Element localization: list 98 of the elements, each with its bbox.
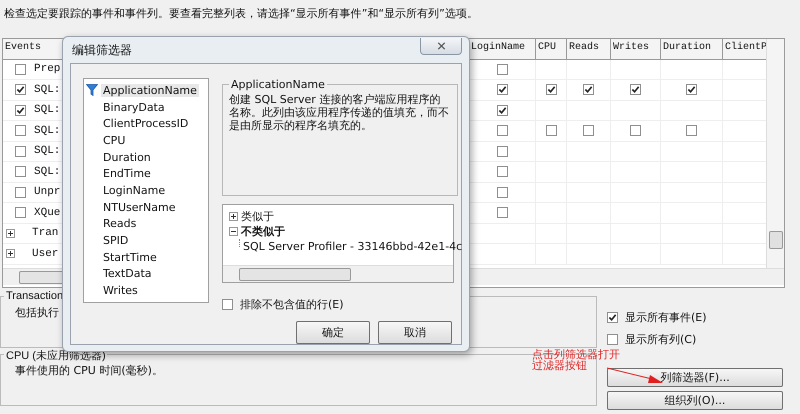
- event-name: SQL:: [34, 104, 60, 116]
- horizontal-scrollbar[interactable]: [223, 265, 453, 282]
- checkbox[interactable]: [607, 312, 618, 322]
- option-label[interactable]: 排除不包含值的行(E): [240, 296, 344, 312]
- column-item[interactable]: StartTime: [84, 248, 208, 266]
- expand-icon[interactable]: [6, 249, 15, 258]
- event-name: Prep: [34, 63, 60, 76]
- tree-node[interactable]: 类似于: [241, 208, 274, 224]
- checkbox[interactable]: [630, 125, 641, 136]
- event-name: SQL:: [34, 124, 60, 137]
- column-item[interactable]: LoginName: [84, 182, 208, 199]
- column-item[interactable]: Reads: [84, 216, 208, 232]
- column-name[interactable]: EndTime: [101, 167, 153, 180]
- dialog-title: 编辑筛选器: [71, 42, 132, 58]
- event-name: SQL:: [34, 166, 60, 178]
- column-item[interactable]: SPID: [84, 232, 208, 249]
- dialog-button[interactable]: 确定: [296, 321, 370, 344]
- column-item[interactable]: NTUserName: [84, 198, 208, 216]
- column-name[interactable]: CPU: [101, 134, 128, 147]
- column-name[interactable]: ClientProcessID: [101, 117, 190, 130]
- checkbox[interactable]: [15, 64, 26, 75]
- checkbox[interactable]: [496, 166, 508, 178]
- tree-connector: [239, 238, 240, 246]
- checkbox[interactable]: [686, 125, 697, 136]
- panel-text: 包括执行: [15, 305, 59, 320]
- column-header[interactable]: Writes: [611, 39, 661, 60]
- annotation-text: 点击列筛选器打开: [532, 349, 620, 360]
- checkbox[interactable]: [15, 104, 26, 116]
- expand-icon[interactable]: [229, 212, 238, 220]
- checkbox[interactable]: [496, 64, 508, 75]
- checkbox[interactable]: [686, 84, 697, 96]
- description-text: 创建 SQL Server 连接的客户端应用程序的名称。此列由该应用程序传递的值填充，而不是由所显示的程序名填充的。: [229, 93, 450, 132]
- event-name: SQL:: [34, 84, 60, 96]
- column-item[interactable]: CPU: [84, 132, 208, 149]
- checkbox[interactable]: [496, 125, 508, 136]
- event-category: User: [32, 248, 58, 260]
- action-button[interactable]: 列筛选器(F)...: [607, 368, 783, 387]
- column-name[interactable]: Writes: [101, 284, 140, 298]
- column-name[interactable]: ApplicationName: [101, 84, 199, 97]
- checkbox[interactable]: [15, 207, 26, 218]
- checkbox[interactable]: [583, 125, 594, 136]
- checkbox[interactable]: [496, 146, 508, 157]
- column-name[interactable]: BinaryData: [101, 100, 167, 114]
- column-header[interactable]: Duration: [661, 39, 723, 60]
- tree-node[interactable]: SQL Server Profiler - 33146bbd-42e1-4c: [243, 240, 462, 252]
- column-name[interactable]: TextData: [101, 267, 154, 280]
- column-name[interactable]: StartTime: [101, 250, 159, 264]
- action-button[interactable]: 组织列(O)...: [607, 391, 783, 410]
- column-name[interactable]: LoginName: [101, 184, 168, 197]
- collapse-icon[interactable]: [229, 226, 238, 236]
- checkbox[interactable]: [15, 125, 26, 136]
- panel-text: 事件使用的 CPU 时间(毫秒)。: [15, 363, 163, 378]
- column-item[interactable]: Duration: [84, 148, 208, 166]
- close-icon: [436, 42, 446, 50]
- event-name: Unpr: [34, 186, 60, 198]
- dialog-button[interactable]: 取消: [378, 321, 452, 344]
- checkbox[interactable]: [546, 84, 556, 96]
- checkbox[interactable]: [496, 207, 508, 218]
- checkbox[interactable]: [607, 334, 618, 344]
- column-header[interactable]: LoginName: [469, 39, 536, 60]
- panel-legend: ApplicationName: [229, 78, 327, 91]
- column-item[interactable]: ApplicationName: [84, 82, 208, 99]
- checkbox[interactable]: [630, 84, 641, 96]
- checkbox[interactable]: [15, 146, 26, 157]
- column-item[interactable]: Writes: [84, 282, 208, 299]
- column-header[interactable]: CPU: [536, 39, 567, 60]
- checkbox[interactable]: [15, 186, 26, 198]
- option-label[interactable]: 显示所有列(C): [625, 332, 696, 346]
- event-category: Tran: [32, 227, 58, 240]
- checkbox[interactable]: [583, 84, 594, 96]
- option-label[interactable]: 显示所有事件(E): [625, 310, 707, 324]
- expand-icon[interactable]: [6, 228, 15, 238]
- annotation-text: 过滤器按钮: [532, 360, 587, 371]
- checkbox[interactable]: [15, 166, 26, 178]
- column-item[interactable]: EndTime: [84, 165, 208, 182]
- checkbox[interactable]: [496, 84, 508, 96]
- checkbox[interactable]: [222, 298, 233, 310]
- vertical-scrollbar[interactable]: [766, 39, 784, 268]
- panel-legend: Transaction: [4, 290, 64, 302]
- column-header[interactable]: ClientP: [723, 39, 768, 60]
- checkbox[interactable]: [496, 104, 508, 116]
- column-name[interactable]: SPID: [101, 234, 130, 248]
- column-item[interactable]: ClientProcessID: [84, 115, 208, 132]
- instruction-text: 检查选定要跟踪的事件和事件列。要查看完整列表，请选择“显示所有事件”和“显示所有列”选项。: [3, 6, 479, 22]
- event-name: SQL:: [34, 145, 60, 158]
- tree-node[interactable]: 不类似于: [241, 224, 285, 238]
- column-header[interactable]: Reads: [567, 39, 611, 60]
- column-name[interactable]: NTUserName: [101, 200, 178, 214]
- column-name[interactable]: Duration: [101, 150, 153, 164]
- checkbox[interactable]: [15, 84, 26, 96]
- event-name: XQue: [34, 206, 60, 219]
- column-header[interactable]: Events: [3, 39, 65, 60]
- column-name[interactable]: Reads: [101, 217, 138, 230]
- column-item[interactable]: BinaryData: [84, 98, 208, 116]
- column-item[interactable]: TextData: [84, 266, 208, 282]
- checkbox[interactable]: [496, 186, 508, 198]
- close-button[interactable]: [420, 38, 462, 54]
- checkbox[interactable]: [546, 125, 556, 136]
